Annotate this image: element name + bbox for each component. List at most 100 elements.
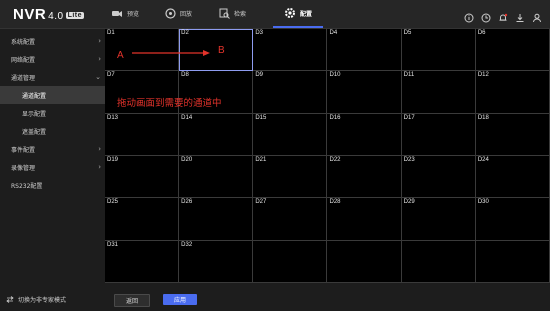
channel-cell[interactable]: D3 (253, 29, 328, 72)
channel-cell[interactable]: D11 (401, 71, 476, 114)
annotation-a: A (117, 50, 124, 61)
channel-label: D30 (477, 199, 489, 206)
tab-playback[interactable]: 回放 (165, 0, 192, 27)
channel-cell[interactable]: D12 (475, 71, 550, 114)
channel-label: D2 (181, 30, 189, 36)
channel-cell[interactable]: D20 (179, 155, 254, 199)
tab-preview[interactable]: 预览 (111, 0, 139, 27)
channel-label: D26 (181, 199, 193, 206)
channel-cell[interactable]: D31 (105, 240, 180, 283)
channel-label: D31 (107, 241, 119, 248)
user-icon[interactable] (532, 8, 542, 23)
channel-cell[interactable]: D5 (401, 29, 476, 72)
channel-label: D17 (403, 114, 415, 121)
channel-cell[interactable]: D18 (475, 113, 550, 156)
channel-cell[interactable]: D17 (401, 113, 476, 156)
apply-button[interactable]: 应用 (163, 294, 197, 305)
channel-cell[interactable]: D10 (327, 71, 402, 114)
channel-cell[interactable]: D22 (327, 155, 402, 199)
channel-label: D14 (181, 114, 193, 121)
chevron-right-icon: › (98, 55, 101, 63)
channel-cell[interactable]: D23 (401, 155, 476, 199)
chevron-right-icon: › (98, 145, 101, 153)
sidebar-item-channel-config[interactable]: 通道配置 (0, 86, 105, 104)
channel-cell[interactable]: D27 (253, 198, 328, 241)
annotation-arrow (132, 50, 210, 56)
channel-grid: D1 D2 D3 D4 D5 D6 D7 D8 D9 D10 D11 D12 D13 D14 D15 D16 D… (105, 29, 550, 283)
swap-icon (6, 296, 14, 303)
expert-mode-toggle[interactable]: 切换为非专家模式 (6, 295, 66, 304)
channel-label: D15 (255, 114, 267, 121)
channel-cell[interactable]: D30 (475, 198, 550, 241)
annotation-b: B (218, 45, 225, 56)
sidebar-item-rs232[interactable]: RS232配置 (0, 176, 105, 194)
channel-cell[interactable]: D13 (105, 113, 180, 156)
channel-label: D5 (403, 30, 412, 36)
sidebar-item-recording[interactable]: 录像管理 › (0, 158, 105, 176)
annotation-instruction: 拖动画面到需要的通道中 (117, 98, 222, 109)
channel-label: D6 (477, 30, 486, 36)
bell-icon[interactable] (498, 8, 508, 21)
channel-label: D22 (329, 156, 341, 163)
sidebar-item-display-config[interactable]: 显示配置 (0, 104, 105, 122)
channel-label: D20 (181, 156, 193, 163)
chevron-down-icon: ⌄ (95, 73, 101, 81)
tab-search[interactable]: 检索 (219, 0, 246, 27)
app-name: NVR (13, 6, 47, 23)
channel-label: D11 (403, 72, 415, 79)
channel-label: D8 (181, 72, 189, 79)
sidebar-item-event[interactable]: 事件配置 › (0, 140, 105, 158)
channel-cell[interactable]: D28 (327, 198, 402, 241)
gear-icon (284, 8, 295, 18)
channel-cell[interactable]: D9 (253, 71, 328, 114)
channel-cell[interactable] (253, 240, 328, 283)
channel-cell[interactable]: D21 (253, 155, 328, 199)
channel-cell[interactable]: D24 (475, 155, 550, 199)
app-version: 4.0 (48, 11, 64, 22)
channel-label: D9 (255, 72, 263, 79)
channel-cell[interactable]: D14 (179, 113, 254, 156)
clock-icon[interactable] (481, 8, 491, 23)
channel-label: D29 (403, 199, 415, 206)
channel-cell[interactable]: D29 (401, 198, 476, 241)
channel-cell[interactable]: D16 (327, 113, 402, 156)
channel-cell[interactable]: D6 (475, 29, 550, 72)
playback-icon (165, 8, 176, 19)
channel-cell[interactable] (327, 240, 402, 283)
channel-label: D19 (107, 156, 119, 163)
channel-label: D12 (477, 72, 489, 79)
channel-label: D18 (477, 114, 489, 121)
top-right-tools (464, 8, 542, 23)
sidebar-item-network[interactable]: 网络配置 › (0, 50, 105, 68)
channel-cell[interactable]: D32 (179, 240, 254, 283)
channel-cell[interactable]: D15 (253, 113, 328, 156)
sidebar-item-mask-config[interactable]: 遮盖配置 (0, 122, 105, 140)
channel-label: D7 (107, 72, 115, 79)
channel-cell[interactable]: D4 (327, 29, 402, 72)
channel-cell[interactable] (401, 240, 476, 283)
top-bar: NVR 4.0 Lite 预览 回放 检索 配置 (0, 0, 550, 29)
download-icon[interactable] (515, 8, 525, 22)
channel-label: D25 (107, 199, 119, 206)
channel-label: D28 (329, 199, 341, 206)
search-doc-icon (219, 8, 230, 19)
sidebar-item-channel-mgmt[interactable]: 通道管理 ⌄ (0, 68, 105, 86)
channel-label: D3 (255, 30, 263, 36)
channel-label: D24 (477, 156, 489, 163)
edition-badge: Lite (65, 12, 85, 19)
back-button[interactable]: 返回 (114, 294, 150, 307)
bottom-bar: 返回 应用 (105, 283, 550, 311)
channel-cell[interactable]: D25 (105, 198, 180, 241)
sidebar-item-system[interactable]: 系统配置 › (0, 32, 105, 50)
channel-label: D21 (255, 156, 267, 163)
channel-label: D10 (329, 72, 341, 79)
channel-cell[interactable]: D19 (105, 155, 180, 199)
tab-config[interactable]: 配置 (273, 0, 323, 28)
channel-cell[interactable]: D26 (179, 198, 254, 241)
info-icon[interactable] (464, 8, 474, 23)
channel-cell[interactable] (475, 240, 550, 283)
channel-label: D16 (329, 114, 341, 121)
app-logo: NVR 4.0 Lite (13, 6, 85, 23)
channel-label: D23 (403, 156, 415, 163)
channel-label: D27 (255, 199, 267, 206)
